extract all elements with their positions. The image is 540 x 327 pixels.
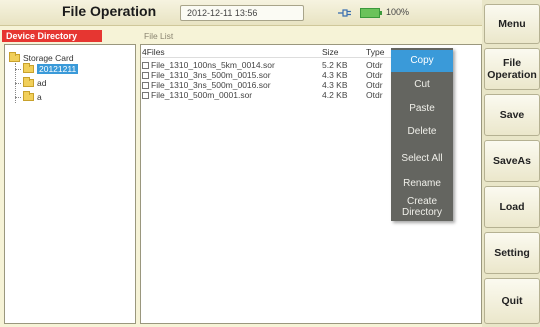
load-button[interactable]: Load <box>484 186 540 228</box>
battery-icon <box>360 8 382 18</box>
tree-connector <box>15 69 21 70</box>
folder-icon <box>23 63 34 73</box>
tree-item-a[interactable]: a <box>23 91 42 103</box>
tree-connector <box>15 83 21 84</box>
folder-icon <box>23 91 34 101</box>
save-button[interactable]: Save <box>484 94 540 136</box>
file-name: File_1310_500m_0001.sor <box>151 90 253 100</box>
directory-tree[interactable]: Storage Card 20121211 ad a <box>4 44 136 324</box>
menu-button[interactable]: Menu <box>484 4 540 44</box>
menu-item-cut[interactable]: Cut <box>391 76 453 94</box>
file-size: 5.2 KB <box>322 60 348 70</box>
folder-open-icon <box>9 52 20 62</box>
file-row[interactable]: File_1310_3ns_500m_0015.sor 4.3 KB Otdr <box>142 70 392 80</box>
quit-button[interactable]: Quit <box>484 278 540 324</box>
tree-item-ad[interactable]: ad <box>23 77 47 89</box>
file-list-columns: 4Files Size Type <box>142 47 392 58</box>
file-size: 4.2 KB <box>322 90 348 100</box>
column-size[interactable]: Size <box>322 47 339 57</box>
title-bar: File Operation 2012-12-11 13:56 100% <box>0 0 482 26</box>
file-size: 4.3 KB <box>322 80 348 90</box>
column-type[interactable]: Type <box>366 47 384 57</box>
device-directory-header: Device Directory <box>2 30 102 42</box>
app-frame: File Operation 2012-12-11 13:56 100% Dev… <box>0 0 540 327</box>
context-menu: Copy Cut Paste Delete Select All Rename … <box>391 48 453 221</box>
file-row[interactable]: File_1310_100ns_5km_0014.sor 5.2 KB Otdr <box>142 60 392 70</box>
file-type: Otdr <box>366 80 383 90</box>
menu-item-select-all[interactable]: Select All <box>391 150 453 168</box>
tree-connector <box>15 97 21 98</box>
file-name: File_1310_3ns_500m_0016.sor <box>151 80 271 90</box>
file-checkbox[interactable] <box>142 92 149 99</box>
menu-item-create-directory[interactable]: Create Directory <box>391 196 453 220</box>
file-type: Otdr <box>366 70 383 80</box>
file-operation-button[interactable]: File Operation <box>484 48 540 90</box>
datetime-display: 2012-12-11 13:56 <box>180 5 304 21</box>
power-plug-icon <box>338 9 351 17</box>
page-title: File Operation <box>62 3 157 19</box>
side-menu: Menu File Operation Save SaveAs Load Set… <box>482 0 540 327</box>
file-type: Otdr <box>366 90 383 100</box>
battery-level: 100% <box>386 7 410 17</box>
file-list-header: File List <box>144 31 174 41</box>
folder-icon <box>23 77 34 87</box>
tree-item-20121211[interactable]: 20121211 <box>23 63 79 75</box>
file-size: 4.3 KB <box>322 70 348 80</box>
tree-root-label: Storage Card <box>23 53 74 63</box>
file-checkbox[interactable] <box>142 82 149 89</box>
tree-item-label: a <box>37 92 42 102</box>
save-as-button[interactable]: SaveAs <box>484 140 540 182</box>
menu-item-rename[interactable]: Rename <box>391 175 453 193</box>
menu-item-delete[interactable]: Delete <box>391 123 453 141</box>
file-checkbox[interactable] <box>142 62 149 69</box>
file-type: Otdr <box>366 60 383 70</box>
menu-item-copy[interactable]: Copy <box>391 50 453 72</box>
file-count-label: 4Files <box>142 47 165 57</box>
file-name: File_1310_3ns_500m_0015.sor <box>151 70 271 80</box>
menu-item-paste[interactable]: Paste <box>391 100 453 118</box>
setting-button[interactable]: Setting <box>484 232 540 274</box>
file-row[interactable]: File_1310_500m_0001.sor 4.2 KB Otdr <box>142 90 392 100</box>
file-row[interactable]: File_1310_3ns_500m_0016.sor 4.3 KB Otdr <box>142 80 392 90</box>
tree-item-label: ad <box>37 78 47 88</box>
file-name: File_1310_100ns_5km_0014.sor <box>151 60 275 70</box>
tree-item-label: 20121211 <box>37 64 79 74</box>
file-checkbox[interactable] <box>142 72 149 79</box>
tree-root[interactable]: Storage Card <box>9 52 74 64</box>
